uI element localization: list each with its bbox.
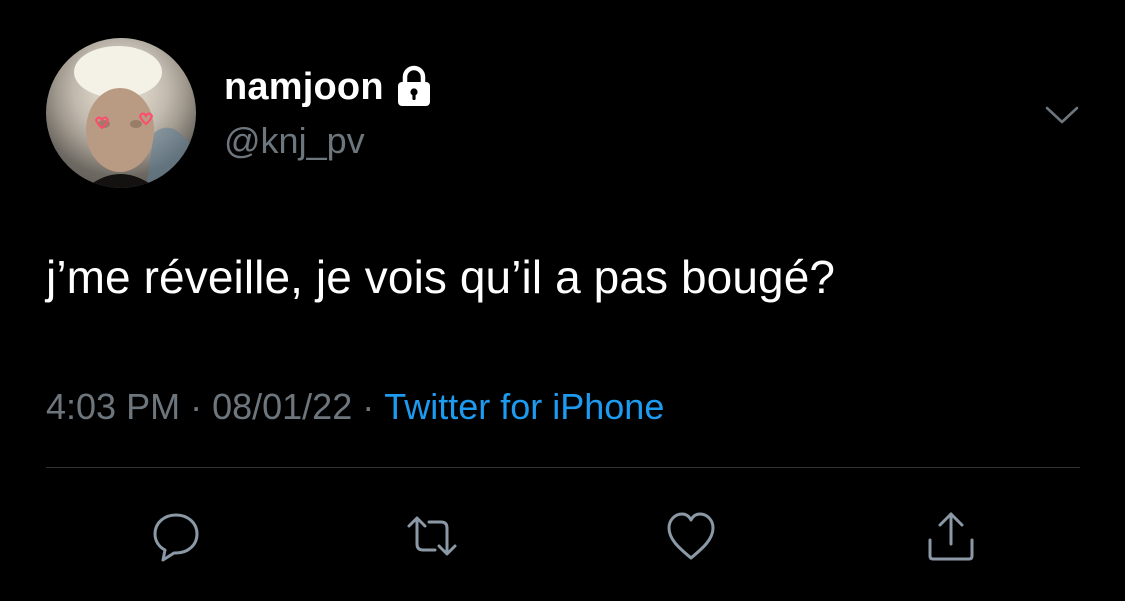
avatar-image	[46, 38, 196, 188]
retweet-icon[interactable]	[402, 506, 462, 566]
lock-icon	[394, 64, 434, 108]
tweet-date: 08/01/22	[212, 386, 353, 427]
heart-icon[interactable]	[661, 506, 721, 566]
meta-separator: ·	[190, 386, 203, 427]
tweet-text: j’me réveille, je vois qu’il a pas bougé…	[46, 251, 836, 303]
avatar[interactable]	[46, 38, 196, 188]
chevron-down-icon[interactable]	[1042, 96, 1082, 136]
reply-icon[interactable]	[146, 506, 206, 566]
display-name[interactable]: namjoon	[224, 62, 434, 112]
tweet-time: 4:03 PM	[46, 386, 181, 427]
tweet-meta: 4:03 PM · 08/01/22 · Twitter for iPhone	[46, 382, 664, 432]
display-name-text: namjoon	[224, 66, 384, 108]
divider	[46, 467, 1080, 468]
user-handle[interactable]: @knj_pv	[224, 118, 365, 164]
meta-separator: ·	[362, 386, 375, 427]
share-icon[interactable]	[921, 506, 981, 566]
tweet-source-link[interactable]: Twitter for iPhone	[384, 386, 664, 427]
